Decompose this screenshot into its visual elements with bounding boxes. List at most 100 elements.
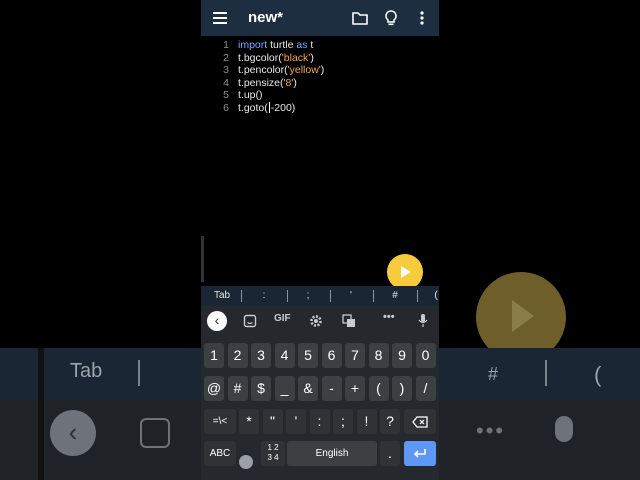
code-token: ) (293, 76, 297, 89)
code-line[interactable]: 5 t.up() (201, 89, 439, 101)
key[interactable]: 4 (274, 343, 295, 368)
keyboard: ‹ GIF ••• 1234567890 @ # $ _ & - +() / =\< * " ':;… (201, 306, 439, 480)
lightbulb-icon[interactable] (382, 9, 400, 27)
code-text: t.goto(-200) (238, 102, 295, 114)
blurred-edge (38, 348, 44, 480)
line-number: 1 (223, 39, 229, 51)
enter-icon (413, 449, 426, 458)
code-token: -200) (270, 101, 296, 114)
code-token: ) (310, 51, 314, 64)
blurred-back-icon: ‹ (50, 410, 96, 456)
blurred-sticker-icon (140, 418, 170, 448)
key[interactable]: : (309, 409, 330, 434)
code-text: t.pencolor('yellow') (238, 64, 324, 76)
run-button[interactable] (387, 254, 423, 290)
blurred-paren-label: ( (594, 362, 602, 387)
file-title: new* (248, 9, 284, 26)
key[interactable]: 0 (415, 343, 436, 368)
key[interactable]: ! (356, 409, 377, 434)
code-token: import (238, 39, 268, 51)
line-number: 3 (223, 64, 229, 76)
gif-button[interactable]: GIF (274, 313, 291, 324)
key[interactable]: @ (204, 376, 224, 401)
gear-icon[interactable] (309, 314, 323, 328)
symbol-key-hash[interactable]: # (387, 290, 403, 301)
symbol-key-quote[interactable]: ' (343, 290, 359, 301)
line-number: 6 (223, 101, 229, 114)
symbol-separator (241, 290, 242, 302)
code-line[interactable]: 4 t.pensize('8') (201, 77, 439, 89)
backspace-icon (412, 416, 428, 428)
app-bar: new* (201, 0, 439, 36)
key[interactable]: & (298, 376, 318, 401)
key[interactable]: 8 (368, 343, 389, 368)
code-token: ) (320, 64, 325, 76)
more-symbols-key[interactable]: =\< (204, 409, 236, 434)
line-number: 2 (223, 51, 229, 64)
blurred-separator (138, 360, 140, 386)
folder-icon[interactable] (351, 9, 369, 27)
code-line[interactable]: 3 t.pencolor('yellow') (201, 64, 439, 76)
code-token: 'yellow' (287, 64, 321, 76)
code-token: t.up() (238, 89, 263, 101)
blurred-more-icon: ••• (476, 418, 506, 443)
symbol-key-colon[interactable]: : (256, 290, 272, 301)
blurred-hash-label: # (488, 364, 499, 384)
abc-key[interactable]: ABC (204, 441, 236, 466)
symbol-bar: Tab : ; ' # ( (201, 286, 439, 306)
key[interactable]: " (262, 409, 283, 434)
sticker-icon[interactable] (243, 314, 257, 328)
phone-screen: new* 1 import turtle as t 2 t.bgcolor('blac… (201, 0, 439, 480)
key[interactable]: + (345, 376, 365, 401)
period-key[interactable]: . (380, 441, 400, 466)
code-token: t.pensize( (238, 76, 284, 89)
key[interactable]: 5 (298, 343, 318, 368)
code-token: as (296, 39, 308, 51)
key[interactable]: / (415, 376, 436, 401)
enter-key[interactable] (404, 441, 436, 466)
key[interactable]: 1 (204, 343, 224, 368)
key[interactable]: 3 (251, 343, 271, 368)
more-vert-icon[interactable] (413, 9, 431, 27)
key[interactable]: $ (251, 376, 271, 401)
editor-scrollbar[interactable] (201, 236, 204, 282)
numpad-key[interactable]: 1 2 3 4 (261, 441, 285, 466)
symbol-key-paren[interactable]: ( (431, 290, 439, 301)
key[interactable]: ) (392, 376, 412, 401)
symbol-separator (330, 290, 331, 302)
key[interactable]: 9 (392, 343, 412, 368)
key[interactable]: ? (380, 409, 400, 434)
line-number: 4 (223, 76, 229, 89)
line-number: 5 (223, 89, 229, 101)
key[interactable]: # (227, 376, 248, 401)
chevron-left-icon[interactable]: ‹ (207, 311, 227, 331)
key[interactable]: ; (333, 409, 353, 434)
menu-icon[interactable] (213, 12, 227, 24)
symbol-key-semicolon[interactable]: ; (300, 290, 316, 301)
key[interactable]: 2 (227, 343, 248, 368)
space-key[interactable]: English (287, 441, 377, 466)
key[interactable]: ' (286, 409, 306, 434)
code-token: t (307, 39, 314, 51)
code-text: t.pensize('8') (238, 77, 297, 89)
mic-icon[interactable] (418, 313, 428, 329)
touch-indicator (239, 455, 253, 469)
code-text: t.bgcolor('black') (238, 52, 314, 64)
key[interactable]: * (239, 409, 259, 434)
code-token: '8' (283, 76, 294, 89)
translate-icon[interactable] (342, 314, 356, 328)
symbol-key-tab[interactable]: Tab (209, 290, 235, 301)
key[interactable]: - (321, 376, 342, 401)
key[interactable]: 7 (345, 343, 365, 368)
key[interactable]: _ (274, 376, 295, 401)
code-token: t.pencolor( (238, 64, 288, 76)
code-editor[interactable]: 1 import turtle as t 2 t.bgcolor('black') 3 t… (201, 36, 439, 286)
code-line[interactable]: 1 import turtle as t (201, 39, 439, 51)
code-token: 'black' (281, 51, 311, 64)
code-line[interactable]: 6 t.goto(-200) (201, 102, 439, 114)
key[interactable]: ( (368, 376, 389, 401)
backspace-key[interactable] (404, 409, 436, 434)
key[interactable]: 6 (321, 343, 342, 368)
more-horiz-icon[interactable]: ••• (383, 311, 395, 323)
code-line[interactable]: 2 t.bgcolor('black') (201, 52, 439, 64)
